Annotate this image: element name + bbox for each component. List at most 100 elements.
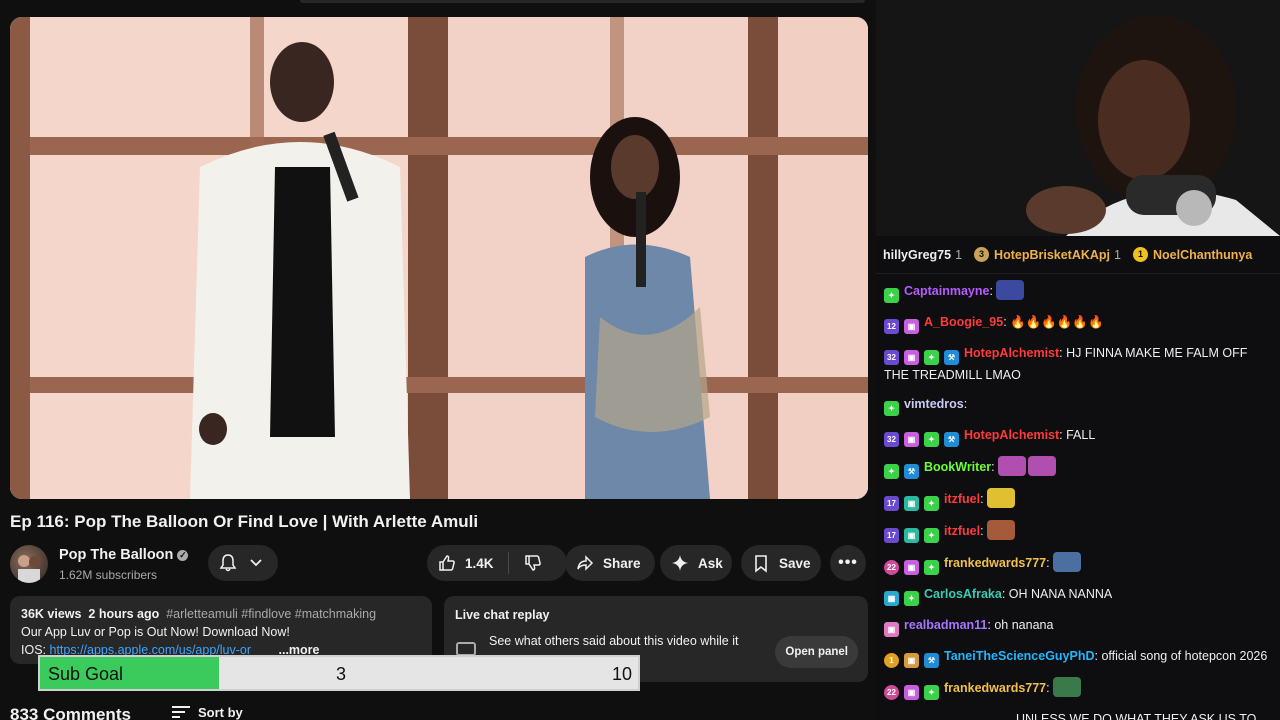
chat-username[interactable]: itzfuel bbox=[944, 492, 980, 506]
gem-badge-icon: ✦ bbox=[884, 401, 899, 416]
sort-label: Sort by bbox=[198, 705, 243, 720]
save-label: Save bbox=[779, 555, 811, 571]
gift-count: 1 bbox=[955, 247, 963, 262]
gift-entry[interactable]: hillyGreg75 1 bbox=[883, 248, 962, 262]
chat-message: 17 ▣ ✦ itzfuel: bbox=[876, 520, 1280, 543]
gem-badge-icon: ✦ bbox=[924, 432, 939, 447]
bell-icon bbox=[218, 553, 238, 573]
chat-message: 32 ▣ ✦ ⚒ HotepAlchemist: HJ FINNA MAKE ME FA… bbox=[876, 343, 1280, 385]
description-box[interactable]: 36K views 2 hours ago #arletteamuli #fin… bbox=[10, 596, 432, 664]
chat-message-partial: UNLESS WE DO WHAT THEY ASK US TO bbox=[1016, 712, 1257, 720]
gem-badge-icon: ✦ bbox=[924, 528, 939, 543]
gift-username: NoelChanthunya bbox=[1153, 247, 1253, 262]
chat-message: 32 ▣ ✦ ⚒ HotepAlchemist: FALL bbox=[876, 425, 1280, 447]
gift-badge-icon: ▣ bbox=[904, 496, 919, 511]
sub-months-badge: 1 bbox=[884, 653, 899, 668]
chat-username[interactable]: HotepAlchemist bbox=[964, 346, 1059, 360]
sub-goal-label: Sub Goal bbox=[48, 664, 124, 684]
chat-separator: : bbox=[980, 524, 988, 538]
chat-username[interactable]: TaneiTheScienceGuyPhD bbox=[944, 649, 1095, 663]
youtube-page: Ep 116: Pop The Balloon Or Find Love | W… bbox=[0, 0, 876, 720]
share-button[interactable]: Share bbox=[565, 545, 655, 581]
sparkle-icon bbox=[670, 553, 690, 573]
moderator-badge-icon: ⚒ bbox=[944, 350, 959, 365]
chat-separator: : bbox=[963, 397, 968, 411]
description-line: Our App Luv or Pop is Out Now! Download … bbox=[21, 625, 290, 639]
chat-separator: : bbox=[1001, 587, 1009, 601]
sub-months-badge: 22 bbox=[884, 560, 899, 575]
chat-username[interactable]: Captainmayne bbox=[904, 284, 989, 298]
grid-badge-icon: ▦ bbox=[884, 591, 899, 606]
stream-chat: hillyGreg75 1 3 HotepBrisketAKApj 1 1 NoelChan… bbox=[876, 236, 1280, 720]
chat-username[interactable]: HotepAlchemist bbox=[964, 428, 1059, 442]
hashtags[interactable]: #arletteamuli #findlove #matchmaking bbox=[166, 607, 376, 621]
share-label: Share bbox=[603, 555, 641, 571]
chat-username[interactable]: frankedwards777 bbox=[944, 556, 1046, 570]
gift-entry[interactable]: 3 HotepBrisketAKApj 1 bbox=[974, 247, 1121, 262]
ask-button[interactable]: Ask bbox=[660, 545, 732, 581]
gift-coin-icon: 3 bbox=[974, 247, 990, 262]
chat-text: OH NANA NANNA bbox=[1008, 587, 1113, 601]
chat-separator: : bbox=[989, 284, 997, 298]
more-actions-button[interactable]: ••• bbox=[830, 545, 866, 581]
like-count[interactable]: 1.4K bbox=[465, 556, 494, 571]
gem-badge-icon: ✦ bbox=[924, 685, 939, 700]
chat-username[interactable]: realbadman11 bbox=[904, 618, 987, 632]
gift-entry[interactable]: 1 NoelChanthunya bbox=[1133, 247, 1252, 262]
channel-avatar[interactable] bbox=[10, 545, 48, 583]
sub-months-badge: 17 bbox=[884, 496, 899, 511]
channel-row: Pop The Balloon ✓ 1.62M subscribers 1.4K … bbox=[10, 545, 870, 585]
chat-text: oh nanana bbox=[994, 618, 1054, 632]
live-chat-title: Live chat replay bbox=[455, 608, 550, 622]
chat-username[interactable]: A_Boogie_95 bbox=[924, 315, 1003, 329]
sub-months-badge: 12 bbox=[884, 319, 899, 334]
chat-username[interactable]: vimtedros bbox=[904, 397, 964, 411]
gift-coin-icon: 1 bbox=[1133, 247, 1148, 262]
chat-message: 22 ▣ ✦ frankedwards777: bbox=[876, 677, 1280, 700]
chat-message: 17 ▣ ✦ itzfuel: bbox=[876, 488, 1280, 511]
gem-badge-icon: ✦ bbox=[924, 496, 939, 511]
emote-icon bbox=[987, 520, 1016, 540]
video-player[interactable] bbox=[10, 17, 868, 499]
chat-username[interactable]: frankedwards777 bbox=[944, 681, 1046, 695]
streamer-webcam bbox=[876, 0, 1280, 236]
channel-name[interactable]: Pop The Balloon ✓ bbox=[59, 547, 189, 563]
moderator-badge-icon: ⚒ bbox=[924, 653, 939, 668]
ask-label: Ask bbox=[698, 555, 723, 571]
subscriber-count: 1.62M subscribers bbox=[59, 568, 158, 582]
chat-message: ✦ ⚒ BookWriter: bbox=[876, 456, 1280, 479]
open-panel-button[interactable]: Open panel bbox=[775, 636, 858, 668]
gift-badge-icon: ▣ bbox=[904, 432, 919, 447]
gem-badge-icon: ✦ bbox=[924, 560, 939, 575]
sub-months-badge: 17 bbox=[884, 528, 899, 543]
moderator-badge-icon: ⚒ bbox=[944, 432, 959, 447]
bookmark-icon bbox=[751, 553, 771, 573]
gem-badge-icon: ✦ bbox=[904, 591, 919, 606]
chat-separator: : bbox=[1046, 556, 1054, 570]
gift-username: HotepBrisketAKApj bbox=[994, 247, 1111, 262]
chat-username[interactable]: CarlosAfraka bbox=[924, 587, 1002, 601]
sort-by-button[interactable]: Sort by bbox=[172, 705, 243, 720]
like-dislike-group: 1.4K bbox=[427, 545, 567, 581]
gem-badge-icon: ✦ bbox=[884, 288, 899, 303]
emote-icon bbox=[996, 280, 1025, 300]
chat-separator: : bbox=[991, 460, 999, 474]
chat-username[interactable]: itzfuel bbox=[944, 524, 980, 538]
sub-months-badge: 32 bbox=[884, 432, 899, 447]
gift-username: hillyGreg75 bbox=[883, 247, 952, 262]
save-button[interactable]: Save bbox=[741, 545, 821, 581]
thumbs-down-icon[interactable] bbox=[523, 553, 543, 573]
video-frame bbox=[10, 17, 868, 499]
thumbs-up-icon[interactable] bbox=[437, 553, 457, 573]
emote-icon bbox=[1028, 456, 1057, 476]
top-bar-edge bbox=[300, 0, 865, 3]
sub-goal-current: 3 bbox=[336, 664, 347, 684]
chat-text: 🔥🔥🔥🔥🔥🔥 bbox=[1010, 315, 1104, 329]
live-chat-description: See what others said about this video wh… bbox=[489, 634, 739, 648]
notification-bell-button[interactable] bbox=[208, 545, 278, 581]
webcam-frame bbox=[876, 0, 1280, 236]
sort-icon bbox=[172, 705, 190, 720]
emote-icon bbox=[987, 488, 1016, 508]
chat-username[interactable]: BookWriter bbox=[924, 460, 991, 474]
sub-goal-target: 10 bbox=[611, 664, 632, 684]
